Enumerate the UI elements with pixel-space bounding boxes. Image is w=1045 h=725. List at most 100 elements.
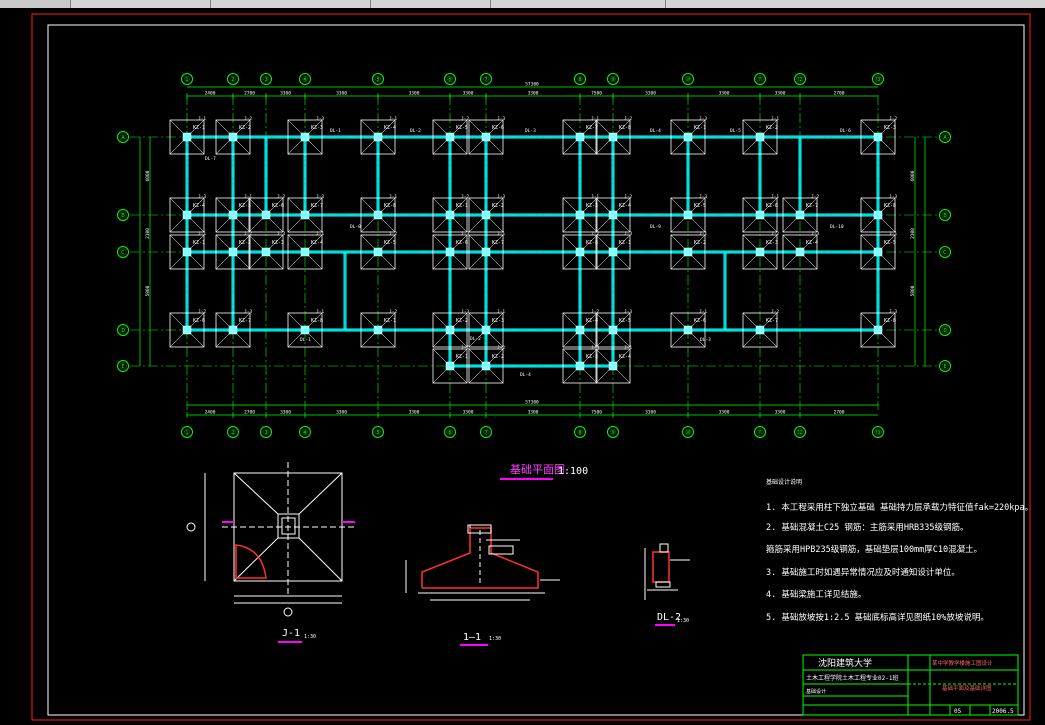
footing-label: J-1 (699, 231, 707, 237)
course-info: 土木工程学院土木工程专业02-1班 (806, 674, 898, 682)
column-label: KZ-7 (492, 240, 504, 246)
dimension-text: 3300 (463, 91, 474, 97)
beam-label: DL-3 (700, 337, 711, 343)
column-label: KZ-3 (766, 240, 778, 246)
footing-label: J-3 (198, 194, 206, 200)
dimension-text: 2700 (834, 410, 845, 416)
axis-bubble-label: ⑩ (685, 76, 691, 84)
footing-label: J-3 (461, 231, 469, 237)
cad-drawing-canvas[interactable]: ① ② ③ ④ ⑤ ⑥ ⑦ ⑧ ⑨ ⑩ ⑪ ⑫ ⑬ ① ② ③ ④ ⑤ ⑥ ⑦ ⑧ ⑨ ⑩ ⑪ ⑫ ⑬ Ⓐ Ⓑ Ⓒ Ⓓ Ⓔ Ⓐ Ⓑ Ⓒ Ⓓ Ⓔ 5730… (0, 8, 1045, 725)
footing-detail-label: J-1 (282, 628, 300, 639)
footing-label: J-1 (244, 194, 252, 200)
footing-label: J-3 (497, 116, 505, 122)
dimension-text: 2400 (205, 410, 216, 416)
sheet-number: 05 (954, 708, 962, 715)
footing-label: J-3 (316, 194, 324, 200)
axis-bubble-label: ⑤ (375, 76, 381, 84)
dimension-text: 3300 (336, 410, 347, 416)
dimension-text: 3300 (775, 91, 786, 97)
axis-bubble-label: Ⓒ (942, 249, 949, 257)
section-label: 1—1 (463, 632, 481, 643)
axis-bubble-label: ⑦ (483, 76, 489, 84)
column-label: KZ-5 (384, 240, 396, 246)
column-stub (608, 247, 618, 257)
column-stub (481, 132, 491, 142)
dimension-text: 5800 (910, 285, 916, 296)
column-stub (683, 247, 693, 257)
column-stub (575, 210, 585, 220)
dimension-text: 3300 (336, 91, 347, 97)
column-stub (228, 132, 238, 142)
beam-label: DL-2 (470, 336, 481, 342)
footing-label: J-1 (771, 194, 779, 200)
dimension-text: 3300 (719, 91, 730, 97)
footing-label: J-3 (316, 116, 324, 122)
footing-label: J-2 (461, 116, 469, 122)
axis-bubble-label: ④ (302, 76, 308, 84)
column-stub (445, 247, 455, 257)
column-label: KZ-1 (384, 318, 396, 324)
column-stub (873, 325, 883, 335)
column-stub (608, 132, 618, 142)
axis-bubble-label: ⑬ (875, 429, 882, 437)
drawing-title: 基础平面及基础详图 (942, 684, 992, 692)
column-stub (182, 325, 192, 335)
dimension-text: 3300 (775, 410, 786, 416)
footing-label: J-2 (389, 231, 397, 237)
column-label: KZ-6 (694, 318, 706, 324)
footing-label: J-1 (624, 345, 632, 351)
footing-label: J-1 (198, 116, 206, 122)
column-stub (373, 132, 383, 142)
dimension-text: 3300 (645, 91, 656, 97)
toolbar-segment[interactable] (370, 0, 491, 8)
column-stub (300, 210, 310, 220)
footing-label: J-3 (699, 194, 707, 200)
column-stub (755, 210, 765, 220)
column-label: KZ-8 (384, 203, 396, 209)
toolbar-segment[interactable] (210, 0, 371, 8)
toolbar-segment[interactable] (70, 0, 211, 8)
footing-label: J-3 (889, 194, 897, 200)
column-label: KZ-3 (272, 240, 284, 246)
beam-label: DL-1 (330, 128, 341, 134)
footing-label: J-2 (389, 309, 397, 315)
footing-label: J-1 (497, 231, 505, 237)
dimension-text: 2700 (244, 91, 255, 97)
footing-label: J-1 (389, 116, 397, 122)
project-name: 某中学教学楼施工图设计 (932, 659, 993, 667)
school-name: 沈阳建筑大学 (818, 657, 872, 669)
axis-bubble-label: Ⓓ (942, 327, 949, 335)
dimension-text: 57300 (525, 82, 539, 88)
footing-label: J-2 (889, 116, 897, 122)
axis-bubble-label: ⑪ (757, 429, 764, 437)
axis-bubble-label: ⑬ (875, 76, 882, 84)
column-label: KZ-7 (239, 318, 251, 324)
column-label: KZ-5 (456, 125, 468, 131)
footing-label: J-2 (771, 231, 779, 237)
column-label: KZ-3 (492, 318, 504, 324)
dimension-text: 7500 (591, 91, 602, 97)
toolbar-segment[interactable] (490, 0, 666, 8)
axis-bubble-label: ② (230, 429, 236, 437)
column-stub (755, 325, 765, 335)
column-stub (373, 210, 383, 220)
column-label: KZ-8 (884, 318, 896, 324)
column-label: KZ-5 (884, 240, 896, 246)
footing-label: J-2 (244, 116, 252, 122)
footing-label: J-1 (889, 231, 897, 237)
footing-label: J-2 (198, 309, 206, 315)
column-stub (445, 132, 455, 142)
column-stub (575, 325, 585, 335)
beam-label: DL-2 (410, 128, 421, 134)
dimension-text: 6000 (145, 170, 151, 181)
note-item: 5. 基础放坡按1:2.5 基础底标高详见图纸10%放坡说明。 (766, 612, 989, 623)
column-label: KZ-7 (311, 203, 323, 209)
column-stub (228, 210, 238, 220)
footing-label: J-1 (591, 116, 599, 122)
row-label: 基础设计 (806, 688, 826, 695)
column-label: KZ-1 (619, 240, 631, 246)
toolbar-segment[interactable] (665, 0, 1045, 8)
axis-bubble-label: ⑦ (483, 429, 489, 437)
column-label: KZ-4 (619, 203, 631, 209)
beam-label: DL-1 (300, 337, 311, 343)
